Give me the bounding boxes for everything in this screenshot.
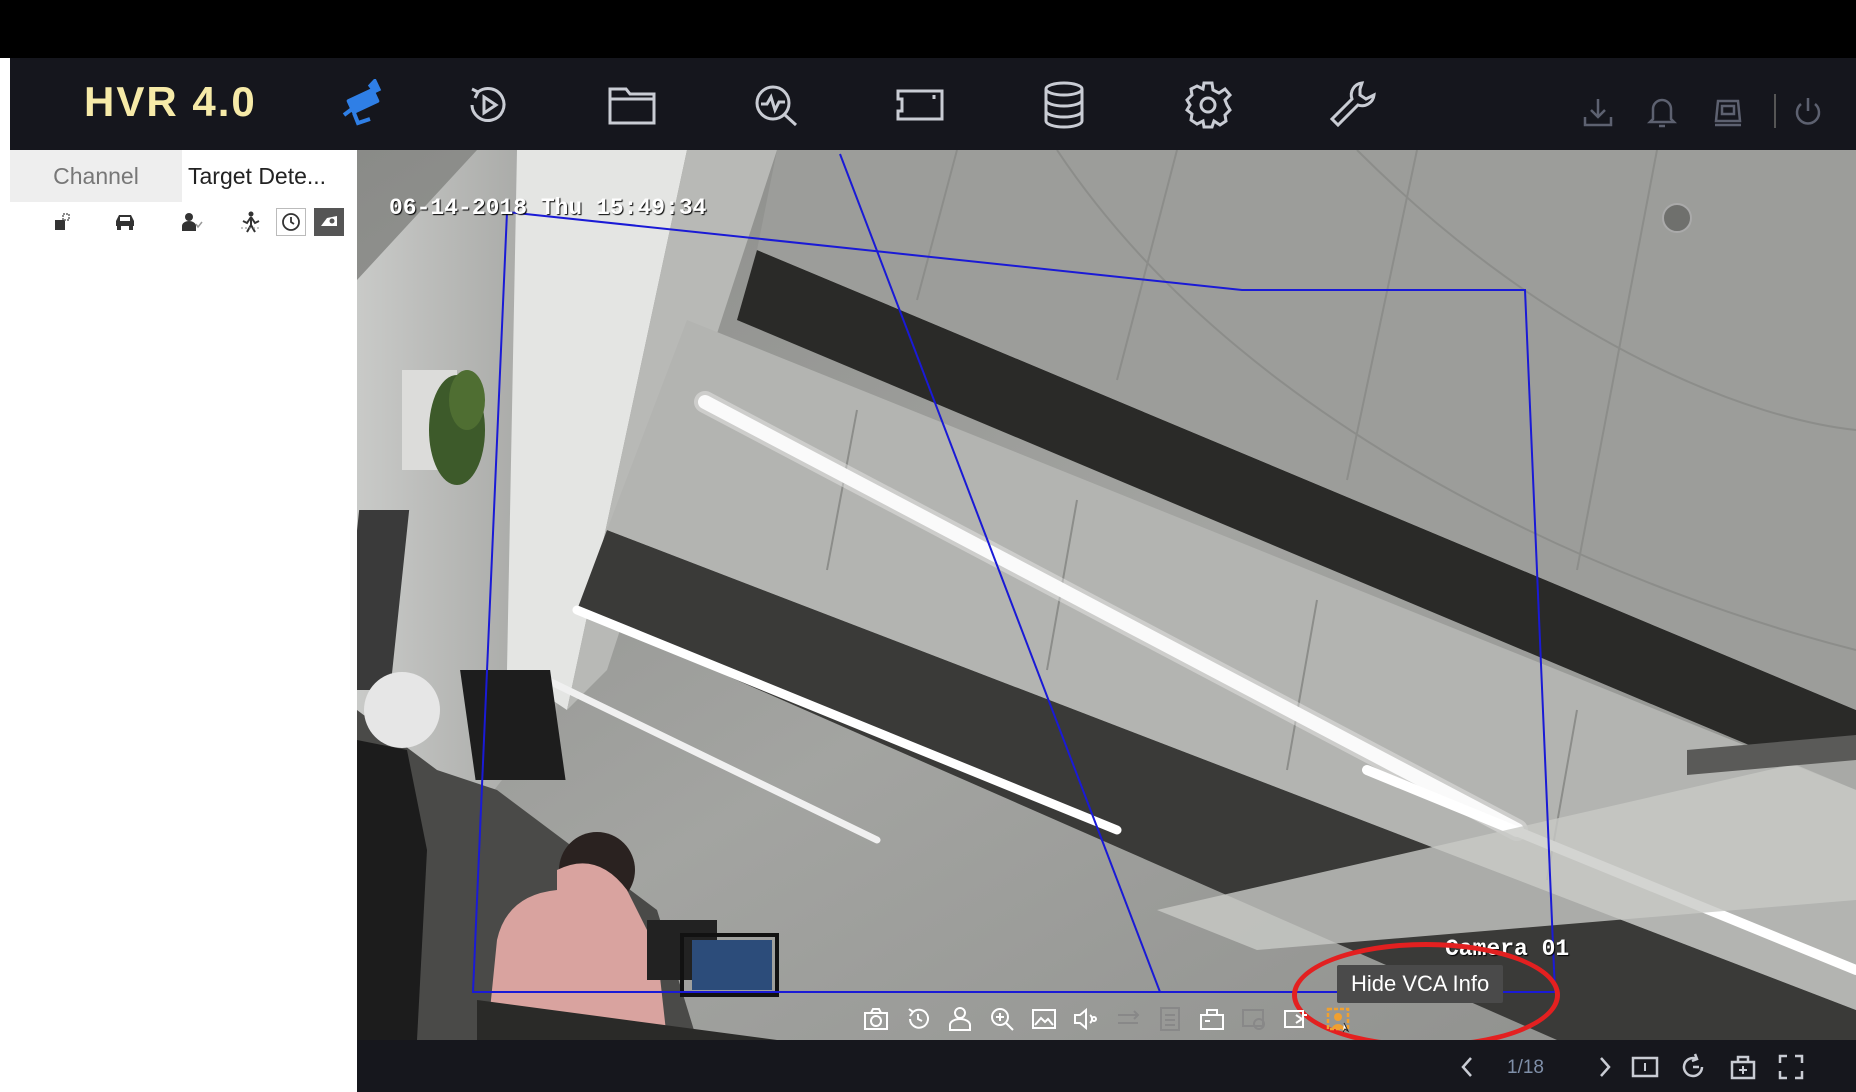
camera-ptz-icon xyxy=(1200,1009,1224,1030)
filter-all-button[interactable] xyxy=(46,208,76,236)
image-settings-icon xyxy=(1032,1009,1056,1029)
nav-maintenance-button[interactable] xyxy=(1320,78,1384,132)
person-detection-button[interactable] xyxy=(941,1003,979,1035)
video-toolbar xyxy=(857,1002,1357,1036)
switch-output-icon xyxy=(1284,1010,1307,1028)
person-icon xyxy=(949,1007,971,1031)
recording-icon xyxy=(1730,1055,1756,1080)
stream-switch-button[interactable] xyxy=(1109,1003,1147,1035)
capture-icon xyxy=(864,1008,888,1030)
page-indicator: 1/18 xyxy=(1507,1057,1544,1078)
left-panel-tabs: Channel Target Dete... xyxy=(10,150,356,202)
switch-output-button[interactable] xyxy=(1277,1003,1315,1035)
nav-configuration-button[interactable] xyxy=(1176,78,1240,132)
camera-icon xyxy=(342,79,382,126)
single-window-button[interactable] xyxy=(1625,1050,1665,1084)
digital-zoom-button[interactable] xyxy=(983,1003,1021,1035)
target-filter-row xyxy=(10,206,356,240)
nav-playback-button[interactable] xyxy=(456,78,520,132)
exception-button[interactable] xyxy=(1708,92,1748,132)
nav-live-view-button[interactable] xyxy=(332,78,396,132)
chevron-left-icon xyxy=(1461,1057,1472,1077)
bottom-bar: 1/18 xyxy=(357,1040,1856,1092)
playback-icon xyxy=(470,87,506,122)
person-icon xyxy=(182,213,203,231)
single-window-icon xyxy=(1631,1056,1659,1078)
gear-icon xyxy=(1185,81,1233,129)
capture-button[interactable] xyxy=(857,1003,895,1035)
bell-icon xyxy=(1646,98,1678,128)
refresh-icon xyxy=(1682,1053,1704,1078)
fisheye-button[interactable] xyxy=(1235,1003,1273,1035)
left-panel: Channel Target Dete... xyxy=(10,150,356,1092)
search-waveform-icon xyxy=(755,85,798,127)
filter-time-button[interactable] xyxy=(276,208,306,236)
clock-icon xyxy=(282,213,300,231)
audio-button[interactable] xyxy=(1067,1003,1105,1035)
image-settings-button[interactable] xyxy=(1025,1003,1063,1035)
fisheye-icon xyxy=(1242,1009,1265,1030)
monitor-icon xyxy=(1714,99,1742,127)
next-page-button[interactable] xyxy=(1585,1050,1625,1084)
audio-icon xyxy=(1074,1007,1097,1031)
fullscreen-button[interactable] xyxy=(1771,1050,1811,1084)
filter-camera-button[interactable] xyxy=(314,208,344,236)
tab-channel[interactable]: Channel xyxy=(10,150,182,202)
power-icon xyxy=(1795,98,1821,125)
chevron-right-icon xyxy=(1600,1057,1611,1077)
folder-icon xyxy=(608,87,656,125)
brand-logo: HVR 4.0 xyxy=(84,78,257,125)
stream-switch-icon xyxy=(1118,1010,1140,1024)
prev-page-button[interactable] xyxy=(1447,1050,1487,1084)
info-button[interactable] xyxy=(1151,1003,1189,1035)
ptz-button[interactable] xyxy=(1193,1003,1231,1035)
nav-channel-button[interactable] xyxy=(888,78,952,132)
osd-timestamp: 06-14-2018 Thu 15:49:34 xyxy=(389,195,707,221)
nav-smart-analysis-button[interactable] xyxy=(744,78,808,132)
wrench-icon xyxy=(1329,81,1376,128)
top-navigation-bar: HVR 4.0 xyxy=(10,58,1856,150)
hide-vca-info-button[interactable] xyxy=(1319,1003,1357,1035)
filter-intrusion-button[interactable] xyxy=(236,208,266,236)
digital-zoom-icon xyxy=(991,1008,1014,1031)
alarm-button[interactable] xyxy=(1642,92,1682,132)
top-black-strip xyxy=(0,0,1856,58)
fullscreen-icon xyxy=(1778,1054,1804,1080)
hvr-live-view-window: { "brand": { "title": "HVR 4.0", "color"… xyxy=(0,0,1856,1092)
camera-scene xyxy=(357,150,1856,1040)
filter-person-button[interactable] xyxy=(176,208,206,236)
vehicle-icon xyxy=(116,215,134,230)
download-button[interactable] xyxy=(1578,92,1618,132)
power-button[interactable] xyxy=(1788,92,1828,132)
utility-separator xyxy=(1774,94,1776,128)
auto-switch-button[interactable] xyxy=(1673,1050,1713,1084)
database-icon xyxy=(1044,81,1084,129)
instant-playback-button[interactable] xyxy=(899,1003,937,1035)
instant-playback-icon xyxy=(908,1008,929,1029)
intrusion-icon xyxy=(241,211,261,233)
channel-frame-icon xyxy=(896,89,944,121)
vca-info-icon xyxy=(1326,1007,1350,1033)
nav-file-button[interactable] xyxy=(600,78,664,132)
tab-target-detection[interactable]: Target Dete... xyxy=(182,150,356,202)
all-targets-icon xyxy=(55,213,70,230)
nav-storage-button[interactable] xyxy=(1032,78,1096,132)
info-icon xyxy=(1160,1007,1180,1031)
record-button[interactable] xyxy=(1723,1050,1763,1084)
download-icon xyxy=(1583,99,1613,127)
live-video-view[interactable]: 06-14-2018 Thu 15:49:34 Camera 01 Hide V… xyxy=(357,150,1856,1040)
camera-icon xyxy=(321,216,337,226)
filter-vehicle-button[interactable] xyxy=(110,208,140,236)
